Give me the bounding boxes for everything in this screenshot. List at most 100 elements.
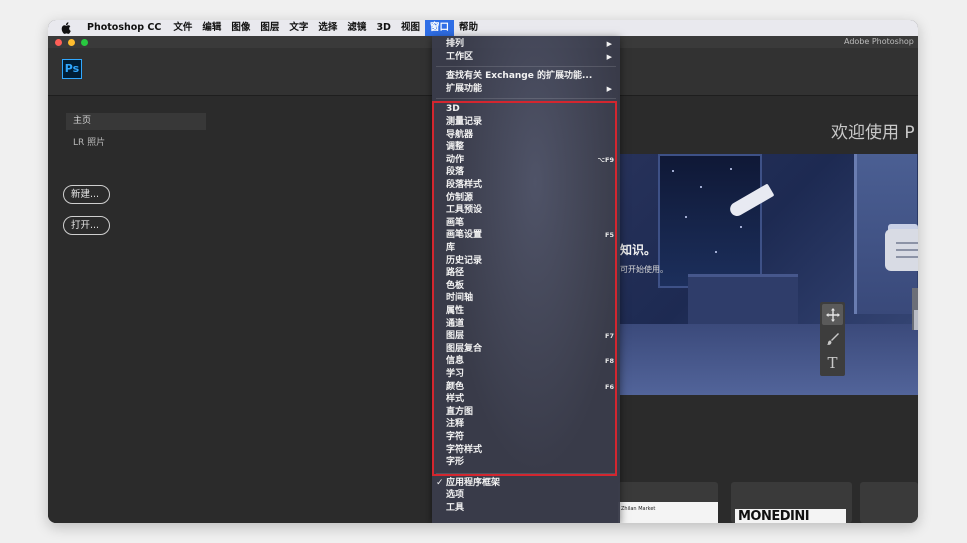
window-menu-item[interactable]: 画笔 xyxy=(432,217,620,230)
hero-tool-panel: T xyxy=(820,302,845,376)
window-menu-item-label: 直方图 xyxy=(446,406,474,417)
window-menu-item[interactable]: 色板 xyxy=(432,280,620,293)
window-menu-item[interactable]: 段落样式 xyxy=(432,179,620,192)
window-menu-item-label: 仿制源 xyxy=(446,192,474,203)
hero-side-tab-light xyxy=(914,310,918,330)
menu-separator xyxy=(436,472,616,474)
window-menu-item[interactable]: 图层复合 xyxy=(432,343,620,356)
hero-menu-icon xyxy=(885,229,918,271)
window-menu-item-label: 工具预设 xyxy=(446,205,483,216)
window-menu-item[interactable]: 图层 F7 xyxy=(432,330,620,343)
window-menu-item-label: 属性 xyxy=(446,306,465,316)
sidebar-item-lr-photos[interactable]: LR 照片 xyxy=(66,135,206,152)
window-menu-item[interactable]: 属性 xyxy=(432,305,620,318)
close-window-button[interactable] xyxy=(55,39,62,46)
welcome-heading: 欢迎使用 P xyxy=(831,123,915,143)
window-menu-item[interactable]: 工具预设 xyxy=(432,204,620,217)
menu-item-8[interactable]: 视图 xyxy=(396,20,425,36)
window-menu-item-label: 画笔设置 xyxy=(446,230,483,241)
window-menu-item-label: 查找有关 Exchange 的扩展功能... xyxy=(446,71,593,82)
window-menu-item-label: 色板 xyxy=(446,280,465,291)
zoom-window-button[interactable] xyxy=(81,39,88,46)
hero-floor xyxy=(618,324,918,395)
apple-icon[interactable] xyxy=(61,22,73,34)
window-menu-item[interactable]: 字符样式 xyxy=(432,444,620,457)
window-menu-item[interactable]: 历史记录 xyxy=(432,255,620,268)
window-menu-item[interactable]: 字形 xyxy=(432,456,620,469)
recent-file-card[interactable] xyxy=(860,482,918,523)
window-menu-item[interactable]: 直方图 xyxy=(432,406,620,419)
window-menu-item-label: 颜色 xyxy=(446,381,465,392)
window-menu-item[interactable]: 扩展功能 ▶ xyxy=(432,83,620,96)
window-menu-item[interactable]: 字符 xyxy=(432,431,620,444)
sidebar-item-home[interactable]: 主页 xyxy=(66,113,206,130)
window-menu-item[interactable]: 动作 ⌥F9 xyxy=(432,154,620,167)
window-menu-shortcut: ⌥F9 xyxy=(597,155,614,164)
window-menu-item-label: 图层 xyxy=(446,331,465,342)
window-menu-item[interactable]: 仿制源 xyxy=(432,192,620,205)
window-menu-item[interactable]: 选项 xyxy=(432,489,620,502)
hero-text-line-1: 知识。 xyxy=(620,243,657,257)
menu-item-7[interactable]: 3D xyxy=(371,20,396,36)
window-menu-item-label: 选项 xyxy=(446,490,465,501)
window-menu-item[interactable]: 测量记录 xyxy=(432,116,620,129)
window-menu-item[interactable]: 工具 xyxy=(432,502,620,515)
recent-file-thumbnail-text: MONEDINI xyxy=(738,509,810,523)
recent-file-card[interactable]: MONEDINI xyxy=(731,482,852,523)
window-menu-item-label: 学习 xyxy=(446,369,465,379)
move-tool-icon xyxy=(822,304,843,325)
window-menu-item[interactable]: 画笔设置 F5 xyxy=(432,229,620,242)
window-menu-item[interactable]: ✓ 应用程序框架 xyxy=(432,477,620,490)
new-document-button[interactable]: 新建... xyxy=(63,185,110,204)
window-menu-shortcut: F8 xyxy=(605,357,614,366)
window-menu-item-label: 库 xyxy=(446,243,456,253)
window-menu-item[interactable]: 3D xyxy=(432,103,620,116)
window-menu-item[interactable]: 导航器 xyxy=(432,129,620,142)
window-menu-item[interactable]: 路径 xyxy=(432,267,620,280)
window-menu-item[interactable]: 查找有关 Exchange 的扩展功能... xyxy=(432,70,620,83)
window-menu-item[interactable]: 颜色 F6 xyxy=(432,381,620,394)
window-menu-item[interactable]: 库 xyxy=(432,242,620,255)
menu-item-10[interactable]: 帮助 xyxy=(454,20,483,36)
window-menu-item[interactable]: 工作区 ▶ xyxy=(432,51,620,64)
menu-item-6[interactable]: 滤镜 xyxy=(342,20,371,36)
window-menu-item[interactable]: 时间轴 xyxy=(432,292,620,305)
menu-separator xyxy=(436,98,616,100)
window-menu-shortcut: F6 xyxy=(605,382,614,391)
window-menu-item-label: 段落样式 xyxy=(446,180,483,190)
window-menu-item[interactable]: 学习 xyxy=(432,368,620,381)
window-menu-item[interactable]: 样式 xyxy=(432,393,620,406)
window-menu-item-label: 排列 xyxy=(446,39,465,49)
menu-item-5[interactable]: 选择 xyxy=(313,20,342,36)
menu-item-2[interactable]: 图像 xyxy=(226,20,255,36)
window-menu-item[interactable]: 注释 xyxy=(432,418,620,431)
menu-item-3[interactable]: 图层 xyxy=(255,20,284,36)
open-document-button[interactable]: 打开... xyxy=(63,216,110,235)
window-menu-item[interactable]: 调整 xyxy=(432,141,620,154)
window-menu-item-label: 时间轴 xyxy=(446,293,474,304)
recent-file-thumbnail: Zhilan Market xyxy=(618,502,718,523)
window-title: Adobe Photoshop xyxy=(844,37,914,46)
window-menu-item-label: 测量记录 xyxy=(446,117,483,127)
menu-item-0[interactable]: 文件 xyxy=(168,20,197,36)
menu-app-name[interactable]: Photoshop CC xyxy=(82,20,168,36)
menu-separator xyxy=(436,66,616,68)
minimize-window-button[interactable] xyxy=(68,39,75,46)
window-menu-item[interactable]: 信息 F8 xyxy=(432,355,620,368)
window-menu-shortcut: F7 xyxy=(605,332,614,341)
type-tool-icon: T xyxy=(827,353,838,372)
photoshop-window: Photoshop CC 文件 编辑 图像 图层 文字 选择 滤镜 3D 视图 窗口 帮助 Adob… xyxy=(48,20,918,523)
window-menu-item-label: 信息 xyxy=(446,356,465,367)
window-menu-item[interactable]: 通道 xyxy=(432,318,620,331)
submenu-arrow-icon: ▶ xyxy=(606,40,612,48)
brush-tool-icon xyxy=(822,328,843,349)
menu-item-1[interactable]: 编辑 xyxy=(197,20,226,36)
checkmark-icon: ✓ xyxy=(436,477,444,488)
recent-file-thumbnail: MONEDINI xyxy=(735,509,846,523)
menu-item-9[interactable]: 窗口 xyxy=(424,20,454,36)
window-menu-item[interactable]: 排列 ▶ xyxy=(432,38,620,51)
recent-file-card[interactable]: Zhilan Market xyxy=(618,482,718,523)
window-menu-item-label: 扩展功能 xyxy=(446,83,483,94)
window-menu-item[interactable]: 段落 xyxy=(432,166,620,179)
menu-item-4[interactable]: 文字 xyxy=(284,20,313,36)
